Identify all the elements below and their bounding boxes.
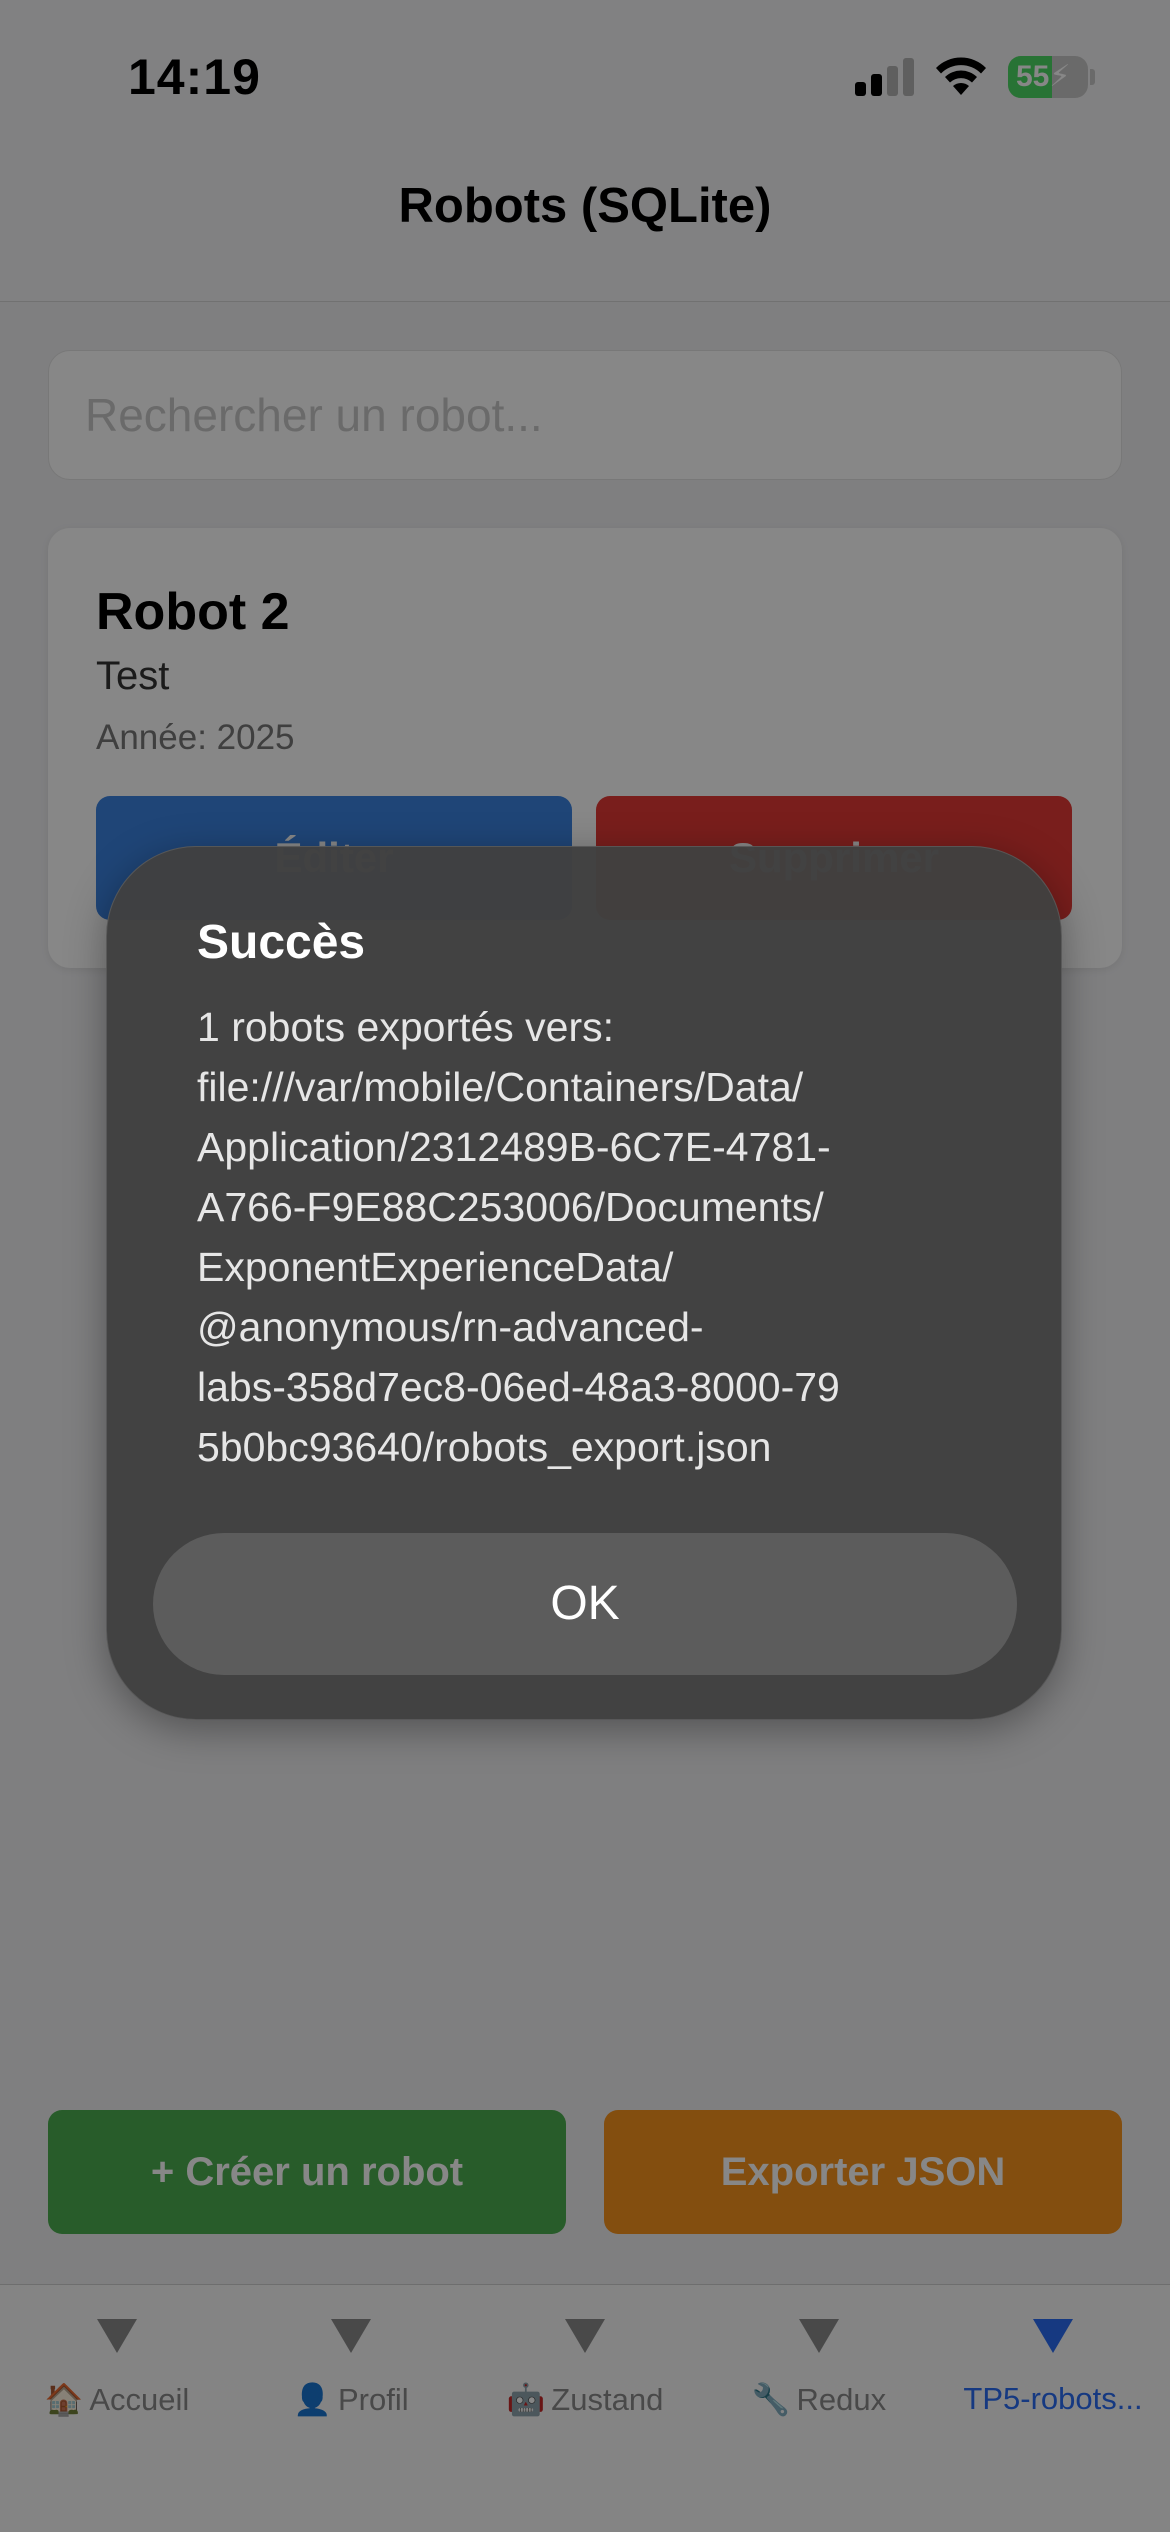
alert-message-line: A766-F9E88C253006/Documents/ xyxy=(197,1184,824,1230)
alert-message: 1 robots exportés vers: file:///var/mobi… xyxy=(197,997,997,1477)
alert-message-line: file:///var/mobile/Containers/Data/ xyxy=(197,1064,804,1110)
alert-message-line: 5b0bc93640/robots_export.json xyxy=(197,1424,772,1470)
ok-button[interactable]: OK xyxy=(153,1533,1017,1675)
alert-message-line: @anonymous/rn-advanced- xyxy=(197,1304,704,1350)
alert-title: Succès xyxy=(197,916,366,969)
alert-message-line: Application/2312489B-6C7E-4781- xyxy=(197,1124,831,1170)
alert-message-line: ExponentExperienceData/ xyxy=(197,1244,674,1290)
alert-message-line: labs-358d7ec8-06ed-48a3-8000-79 xyxy=(197,1364,840,1410)
alert-message-line: 1 robots exportés vers: xyxy=(197,1004,615,1050)
success-alert-dialog: Succès 1 robots exportés vers: file:///v… xyxy=(106,846,1062,1720)
